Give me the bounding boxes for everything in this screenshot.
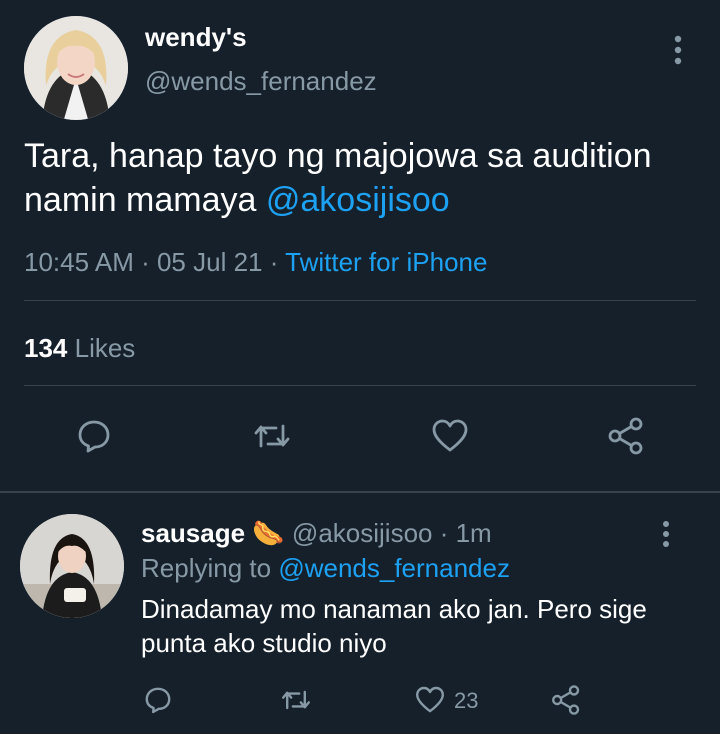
heart-icon[interactable] bbox=[414, 684, 446, 716]
reply-text: Dinadamay mo nanaman ako jan. Pero sige … bbox=[141, 594, 647, 658]
meta-separator: · bbox=[133, 247, 157, 277]
reply-display-name[interactable]: sausage bbox=[141, 518, 245, 548]
heart-icon[interactable] bbox=[430, 416, 470, 456]
meta-separator: · bbox=[262, 247, 286, 277]
retweet-icon[interactable] bbox=[252, 416, 292, 456]
reply-like-count: 23 bbox=[454, 688, 479, 713]
avatar[interactable] bbox=[24, 16, 128, 120]
likes-label: Likes bbox=[67, 333, 136, 363]
replying-label: Replying to bbox=[141, 553, 279, 583]
tweet-date: 05 Jul 21 bbox=[156, 247, 263, 277]
comment-icon[interactable] bbox=[142, 684, 174, 716]
reply-time: · 1m bbox=[432, 518, 492, 548]
replying-to: Replying to @wends_fernandez bbox=[141, 553, 510, 584]
divider bbox=[24, 300, 696, 301]
share-icon[interactable] bbox=[606, 416, 646, 456]
tweet-meta: 10:45 AM · 05 Jul 21 · Twitter for iPhon… bbox=[24, 247, 487, 278]
user-handle[interactable]: @wends_fernandez bbox=[145, 66, 377, 97]
divider bbox=[24, 385, 696, 386]
display-name[interactable]: wendy's bbox=[145, 22, 247, 53]
more-vertical-icon[interactable] bbox=[652, 518, 680, 552]
retweet-icon[interactable] bbox=[280, 684, 312, 716]
share-icon[interactable] bbox=[550, 684, 582, 716]
comment-icon[interactable] bbox=[74, 416, 114, 456]
hotdog-emoji: 🌭 bbox=[252, 518, 285, 548]
tweet-source-link[interactable]: Twitter for iPhone bbox=[285, 247, 487, 277]
avatar[interactable] bbox=[20, 514, 124, 618]
tweet-time: 10:45 AM bbox=[24, 247, 134, 277]
more-vertical-icon[interactable] bbox=[664, 30, 692, 70]
reply-handle[interactable]: @akosijisoo bbox=[292, 518, 433, 548]
likes-summary[interactable]: 134 Likes bbox=[24, 333, 135, 364]
tweet-text: Tara, hanap tayo ng majojowa sa audition… bbox=[24, 134, 704, 222]
section-divider bbox=[0, 491, 720, 493]
replying-to-link[interactable]: @wends_fernandez bbox=[278, 553, 510, 583]
reply-header: sausage 🌭 @akosijisoo · 1m bbox=[141, 518, 492, 549]
likes-count: 134 bbox=[24, 333, 68, 363]
mention-link[interactable]: @akosijisoo bbox=[266, 181, 450, 219]
